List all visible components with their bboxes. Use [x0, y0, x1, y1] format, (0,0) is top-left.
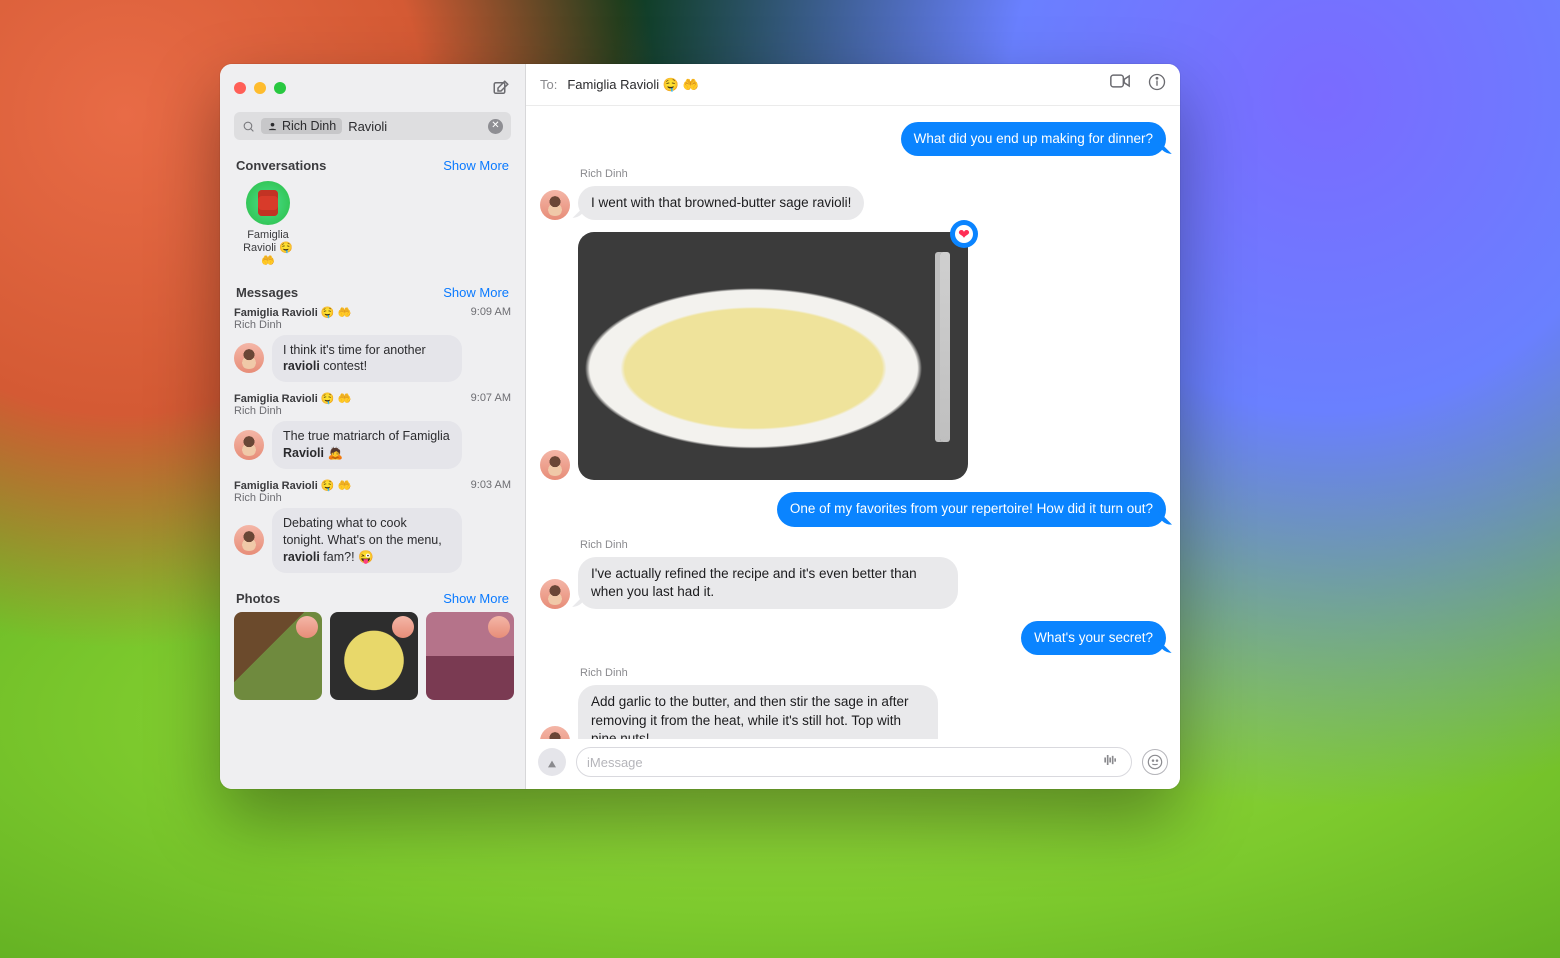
messages-window: Rich Dinh Ravioli ✕ Conversations Show M… — [220, 64, 1180, 789]
photos-header: Photos Show More — [236, 591, 509, 606]
message-result[interactable]: Famiglia Ravioli 🤤 🤲Rich Dinh9:09 AMI th… — [234, 306, 511, 383]
message-preview: I think it's time for another ravioli co… — [272, 335, 462, 383]
search-chip[interactable]: Rich Dinh — [261, 118, 342, 134]
search-query: Ravioli — [348, 119, 482, 134]
message-search-results: Famiglia Ravioli 🤤 🤲Rich Dinh9:09 AMI th… — [234, 306, 511, 583]
emoji-picker-button[interactable] — [1142, 749, 1168, 775]
sender-avatar[interactable] — [540, 579, 570, 609]
incoming-message[interactable]: I went with that browned-butter sage rav… — [578, 186, 864, 220]
photos-show-more[interactable]: Show More — [443, 591, 509, 606]
love-reaction-icon[interactable] — [950, 220, 978, 248]
sender-label: Rich Dinh — [580, 168, 1166, 180]
audio-message-button[interactable] — [1101, 753, 1121, 772]
incoming-message[interactable]: I've actually refined the recipe and it'… — [578, 557, 958, 609]
message-input[interactable]: iMessage — [576, 747, 1132, 777]
person-icon — [267, 121, 278, 132]
message-preview: The true matriarch of Famiglia Ravioli 🙇 — [272, 421, 462, 469]
sender-avatar — [234, 343, 264, 373]
conversations-title: Conversations — [236, 158, 326, 173]
window-controls — [234, 82, 286, 94]
to-value[interactable]: Famiglia Ravioli 🤤 🤲 — [567, 77, 698, 93]
sender-label: Rich Dinh — [580, 539, 1166, 551]
outgoing-message[interactable]: What's your secret? — [1021, 621, 1166, 655]
message-result[interactable]: Famiglia Ravioli 🤤 🤲Rich Dinh9:07 AMThe … — [234, 392, 511, 469]
messages-header: Messages Show More — [236, 285, 509, 300]
photo-result[interactable] — [234, 612, 322, 700]
sender-avatar[interactable] — [540, 726, 570, 739]
search-chip-label: Rich Dinh — [282, 119, 336, 133]
sender-avatar[interactable] — [540, 450, 570, 480]
smiley-icon — [1147, 754, 1163, 770]
apps-button[interactable] — [538, 748, 566, 776]
conversation-pane: To: Famiglia Ravioli 🤤 🤲 What did you en… — [526, 64, 1180, 789]
conversation-avatar — [246, 181, 290, 225]
titlebar — [234, 74, 511, 102]
conversations-header: Conversations Show More — [236, 158, 509, 173]
facetime-button[interactable] — [1110, 73, 1130, 96]
minimize-icon[interactable] — [254, 82, 266, 94]
sender-label: Rich Dinh — [580, 667, 1166, 679]
compose-button[interactable] — [491, 78, 511, 98]
photos-row — [234, 612, 511, 700]
sender-badge — [296, 616, 318, 638]
messages-show-more[interactable]: Show More — [443, 285, 509, 300]
to-label: To: — [540, 77, 557, 92]
photos-title: Photos — [236, 591, 280, 606]
composer: iMessage — [526, 739, 1180, 789]
search-input[interactable]: Rich Dinh Ravioli ✕ — [234, 112, 511, 140]
message-preview: Debating what to cook tonight. What's on… — [272, 508, 462, 573]
sender-badge — [392, 616, 414, 638]
search-icon — [242, 120, 255, 133]
conversation-header: To: Famiglia Ravioli 🤤 🤲 — [526, 64, 1180, 106]
conversation-item[interactable]: Famiglia Ravioli 🤤 🤲 — [236, 181, 300, 269]
message-result[interactable]: Famiglia Ravioli 🤤 🤲Rich Dinh9:03 AMDeba… — [234, 479, 511, 573]
close-icon[interactable] — [234, 82, 246, 94]
info-button[interactable] — [1148, 73, 1166, 96]
sender-avatar[interactable] — [540, 190, 570, 220]
outgoing-message[interactable]: What did you end up making for dinner? — [901, 122, 1166, 156]
messages-title: Messages — [236, 285, 298, 300]
sender-avatar — [234, 525, 264, 555]
message-thread[interactable]: What did you end up making for dinner? R… — [526, 106, 1180, 739]
outgoing-message[interactable]: One of my favorites from your repertoire… — [777, 492, 1166, 526]
sidebar: Rich Dinh Ravioli ✕ Conversations Show M… — [220, 64, 526, 789]
photo-result[interactable] — [426, 612, 514, 700]
message-placeholder: iMessage — [587, 755, 1093, 770]
zoom-icon[interactable] — [274, 82, 286, 94]
photo-result[interactable] — [330, 612, 418, 700]
photo-message[interactable] — [578, 232, 968, 480]
conversation-label: Famiglia Ravioli 🤤 🤲 — [236, 229, 300, 269]
clear-search-button[interactable]: ✕ — [488, 119, 503, 134]
appstore-icon — [544, 754, 560, 770]
incoming-message[interactable]: Add garlic to the butter, and then stir … — [578, 685, 938, 739]
conversations-show-more[interactable]: Show More — [443, 158, 509, 173]
sender-avatar — [234, 430, 264, 460]
sender-badge — [488, 616, 510, 638]
